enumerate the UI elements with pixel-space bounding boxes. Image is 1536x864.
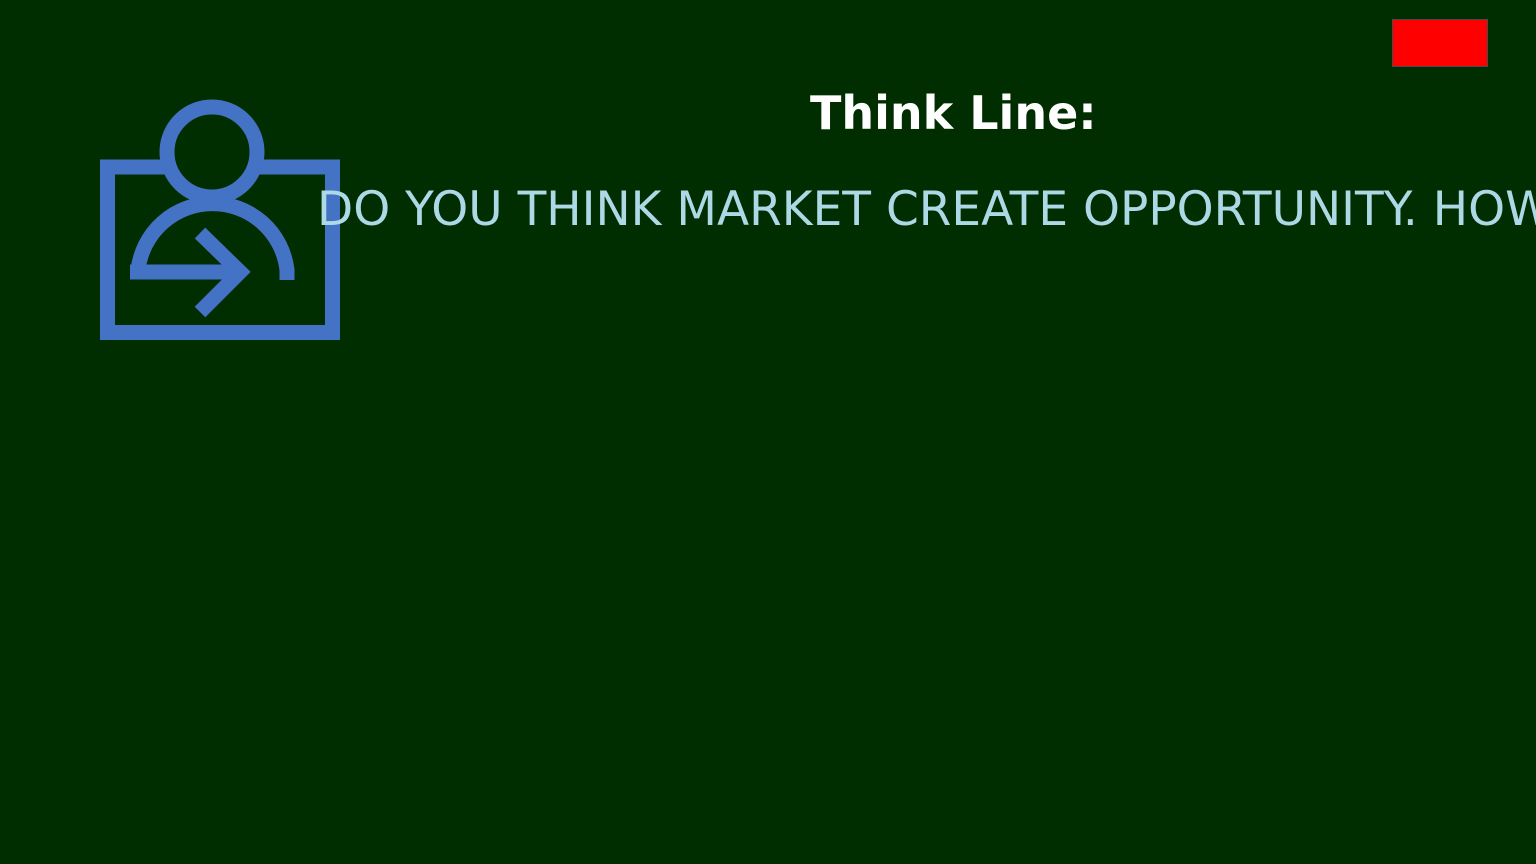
question-text: DO YOU THINK MARKET CREATE OPPORTUNITY. … [317, 182, 1536, 237]
user-login-icon [100, 99, 340, 340]
close-button[interactable] [1392, 19, 1488, 67]
page-title: Think Line: [810, 86, 1097, 140]
